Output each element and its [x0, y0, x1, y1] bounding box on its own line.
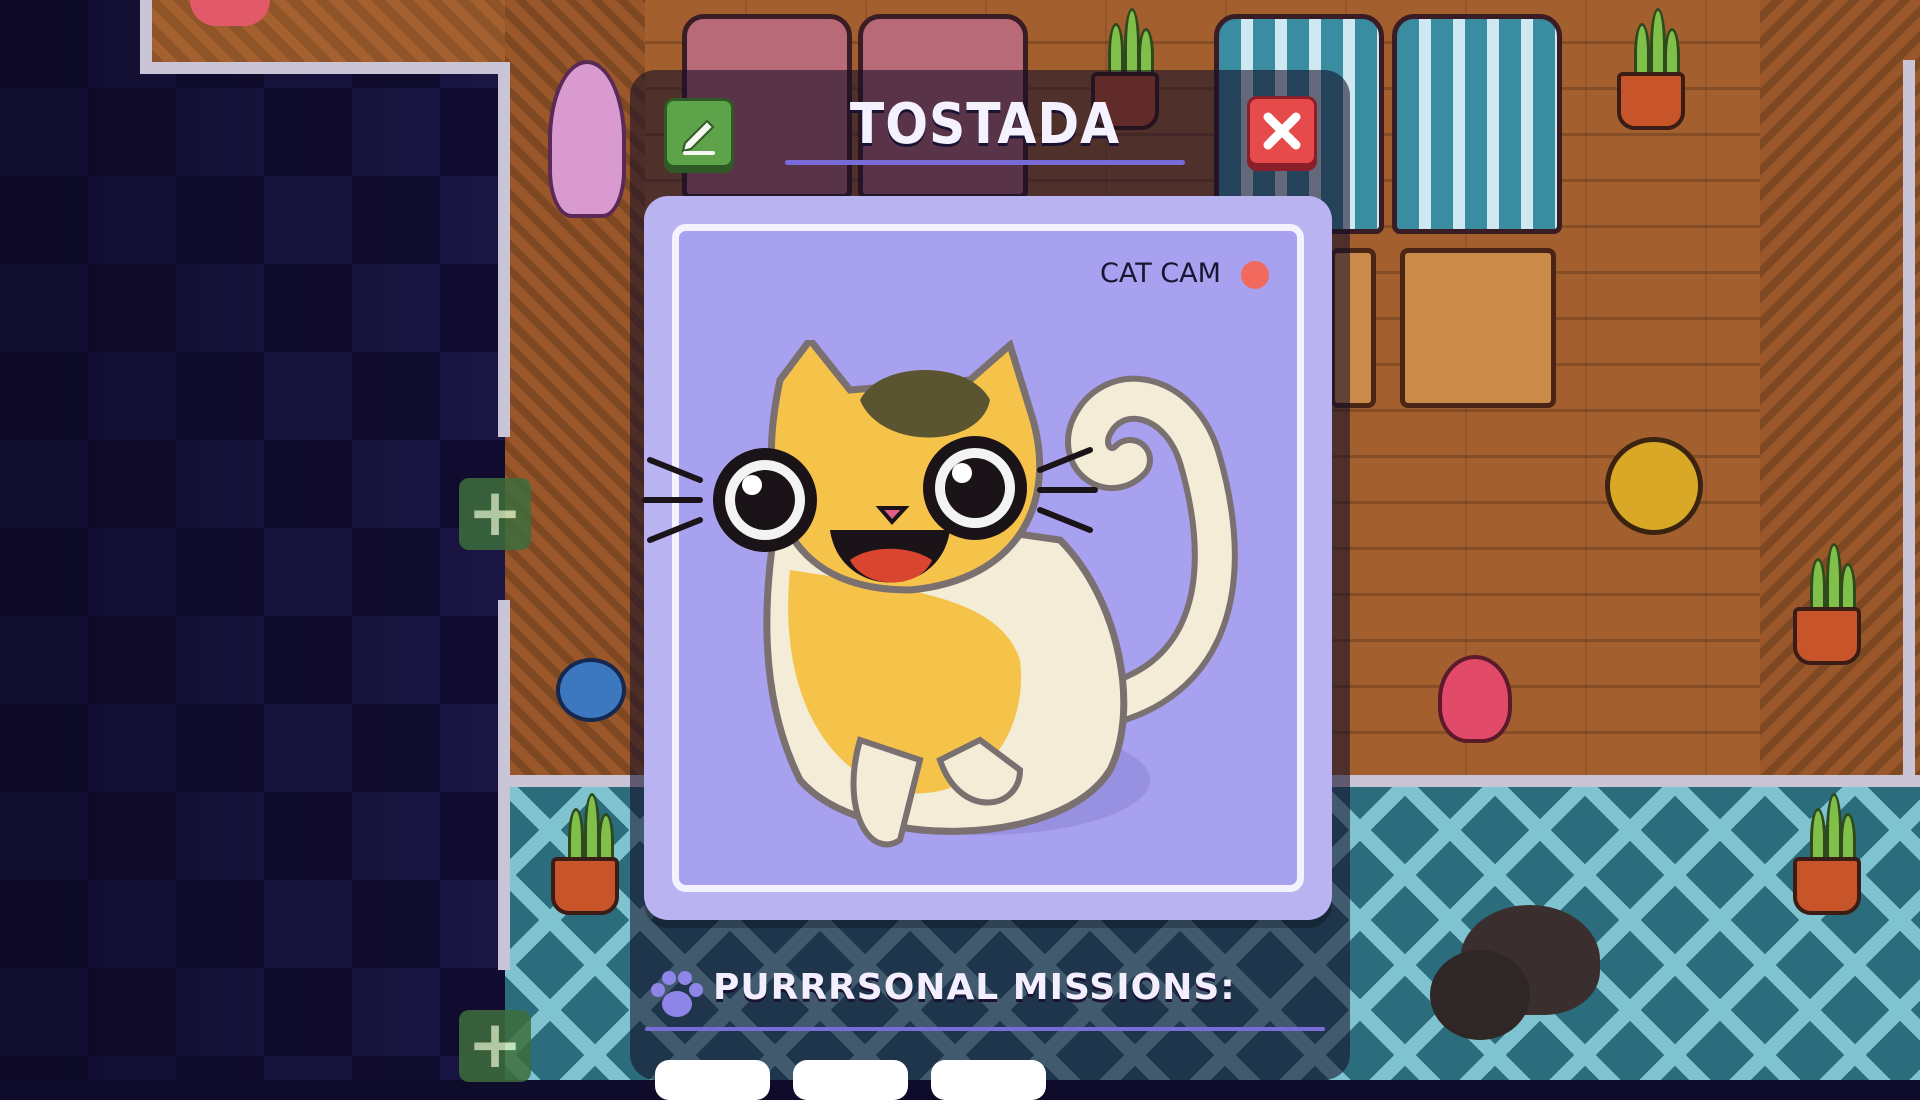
cat-sprite[interactable] [1430, 950, 1530, 1040]
wall [498, 62, 510, 437]
mission-card[interactable] [931, 1060, 1046, 1100]
pencil-icon [681, 119, 715, 155]
potted-plant [1782, 515, 1872, 665]
striped-armchair[interactable] [1392, 14, 1562, 234]
missions-heading: PURRRSONAL MISSIONS: [713, 967, 1236, 1008]
mission-card[interactable] [655, 1060, 770, 1100]
title-underline [785, 160, 1185, 165]
mission-card[interactable] [793, 1060, 908, 1100]
potted-plant [1606, 0, 1696, 130]
lava-lamp[interactable] [548, 60, 626, 218]
water-bowl[interactable] [556, 658, 626, 722]
add-room-button[interactable]: + [459, 478, 531, 550]
cat-portrait [642, 340, 1238, 848]
cat-cam-label: CAT CAM [1100, 258, 1221, 289]
potted-plant [1782, 765, 1872, 915]
recording-dot-icon [1241, 261, 1269, 289]
paw-icon [651, 971, 703, 1017]
potted-plant [540, 765, 630, 915]
cat-toy-tower[interactable] [1438, 655, 1512, 743]
edit-name-button[interactable] [664, 98, 734, 168]
missions-underline [645, 1027, 1325, 1031]
void-shade [0, 0, 505, 1080]
cat-name-title: TOSTADA [849, 92, 1121, 157]
wall [1903, 60, 1915, 780]
close-x-icon [1263, 112, 1301, 150]
wall [140, 62, 510, 74]
close-button[interactable] [1247, 96, 1317, 166]
wall [140, 0, 152, 74]
yellow-stool[interactable] [1605, 437, 1703, 535]
add-room-button[interactable]: + [459, 1010, 531, 1082]
wooden-table[interactable] [1400, 248, 1556, 408]
